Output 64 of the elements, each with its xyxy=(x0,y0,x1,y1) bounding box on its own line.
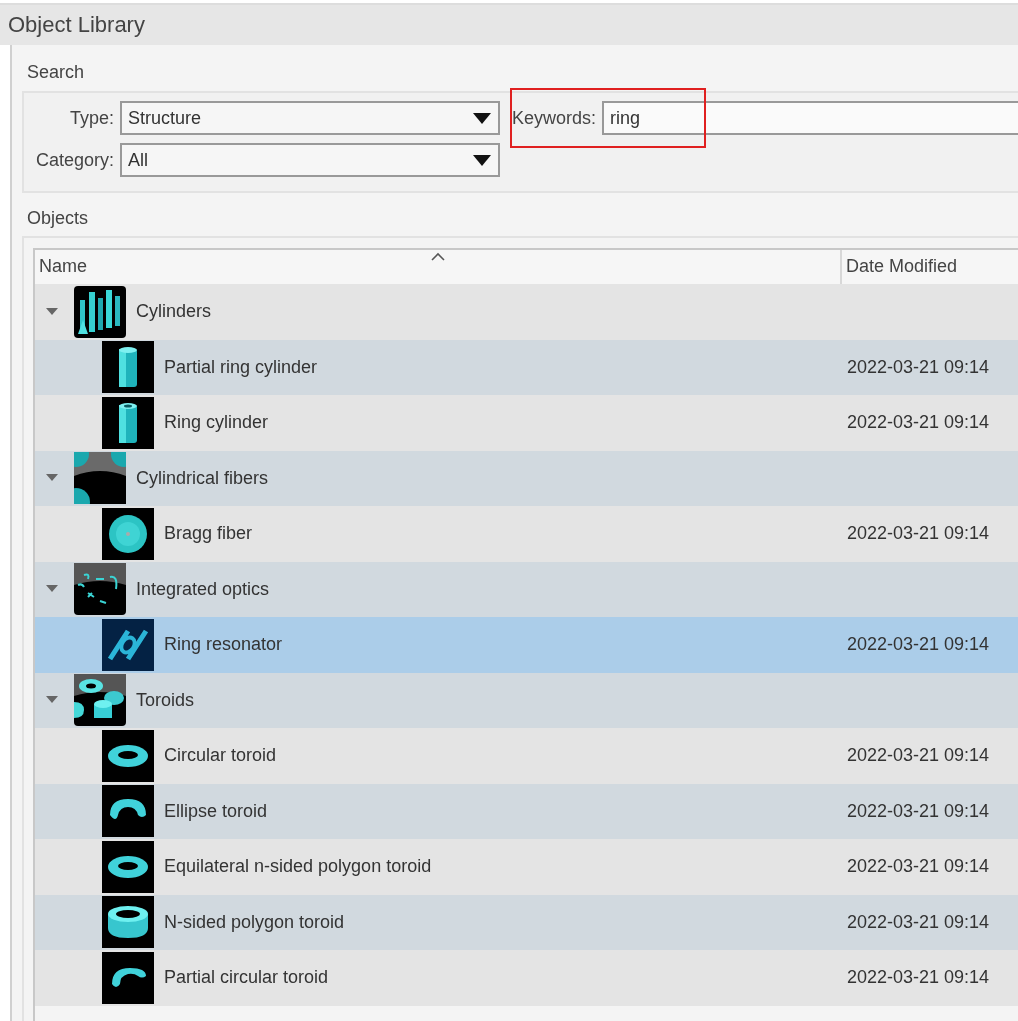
field-label: Keywords: xyxy=(512,106,597,130)
date-text: 2022-03-21 09:14 xyxy=(846,799,990,823)
item-name: Partial ring cylinder xyxy=(164,355,318,379)
item-name: Cylinders xyxy=(136,300,212,324)
tree-row[interactable]: Bragg fiber 2022-03-21 09:14 xyxy=(35,506,1018,562)
tree-row[interactable]: Partial circular toroid 2022-03-21 09:14 xyxy=(35,950,1018,1006)
expand-arrow-icon[interactable] xyxy=(46,307,58,316)
date-text: 2022-03-21 09:14 xyxy=(846,355,990,379)
item-name: Ring cylinder xyxy=(164,411,269,435)
arc-icon xyxy=(102,951,154,1004)
section-title: Search xyxy=(26,61,86,84)
torus-icon xyxy=(102,840,154,893)
field-label: Type: xyxy=(68,106,115,130)
item-name: Cylindrical fibers xyxy=(136,466,269,490)
date-text: 2022-03-21 09:14 xyxy=(846,966,990,990)
tree-row[interactable]: Circular toroid 2022-03-21 09:14 xyxy=(35,728,1018,784)
tree-row[interactable]: Ring cylinder 2022-03-21 09:14 xyxy=(35,395,1018,451)
circles-icon xyxy=(74,452,126,505)
tree-row[interactable]: Cylindrical fibers xyxy=(35,450,1018,506)
dropdown-arrow-icon xyxy=(472,111,492,125)
date-text: 2022-03-21 09:14 xyxy=(846,910,990,934)
date-text: 2022-03-21 09:14 xyxy=(846,522,990,546)
date-text: 2022-03-21 09:14 xyxy=(846,855,990,879)
section-title: Objects xyxy=(26,207,90,230)
date-text: 2022-03-21 09:14 xyxy=(846,411,990,435)
sort-icon xyxy=(430,252,445,261)
tree-row[interactable]: Equilateral n-sided polygon toroid 2022-03-21 09:14 xyxy=(35,839,1018,895)
torus-icon xyxy=(102,729,154,782)
item-name: Equilateral n-sided polygon toroid xyxy=(164,855,432,879)
date-text: 2022-03-21 09:14 xyxy=(846,633,990,657)
item-name: Partial circular toroid xyxy=(164,966,329,990)
band-icon xyxy=(102,896,154,949)
arc-icon xyxy=(102,785,154,838)
item-name: Toroids xyxy=(136,688,195,712)
item-name: Integrated optics xyxy=(136,577,270,601)
tree-row[interactable]: Toroids xyxy=(35,672,1018,728)
tree-row[interactable]: Cylinders xyxy=(35,284,1018,340)
tree-row[interactable]: Ring resonator 2022-03-21 09:14 xyxy=(35,617,1018,673)
tree-row[interactable]: Integrated optics xyxy=(35,561,1018,617)
item-name: Ellipse toroid xyxy=(164,799,268,823)
dropdown[interactable]: All xyxy=(120,143,500,177)
tree-row[interactable]: Partial ring cylinder 2022-03-21 09:14 xyxy=(35,339,1018,395)
resonator-icon xyxy=(102,618,154,671)
item-name: Circular toroid xyxy=(164,744,277,768)
tree-row[interactable]: Ellipse toroid 2022-03-21 09:14 xyxy=(35,783,1018,839)
expand-arrow-icon[interactable] xyxy=(46,696,58,705)
dropdown[interactable]: Structure xyxy=(120,101,500,135)
window-title: Object Library xyxy=(8,11,145,39)
field-label: Category: xyxy=(34,148,115,172)
bars-icon xyxy=(74,285,126,338)
item-name: Ring resonator xyxy=(164,633,283,657)
dropdown-arrow-icon xyxy=(472,153,492,167)
date-text: 2022-03-21 09:14 xyxy=(846,744,990,768)
torus-icon xyxy=(74,674,126,727)
item-name: Bragg fiber xyxy=(164,522,253,546)
item-name: N-sided polygon toroid xyxy=(164,910,345,934)
expand-arrow-icon[interactable] xyxy=(46,474,58,483)
tree-row[interactable]: N-sided polygon toroid 2022-03-21 09:14 xyxy=(35,894,1018,950)
column-header[interactable]: Date Modified xyxy=(842,250,1018,284)
cylinder-icon xyxy=(102,341,154,394)
expand-arrow-icon[interactable] xyxy=(46,585,58,594)
cylinder-icon xyxy=(102,396,154,449)
keywords-field[interactable]: ring xyxy=(602,101,1018,135)
squiggles-icon xyxy=(74,563,126,616)
